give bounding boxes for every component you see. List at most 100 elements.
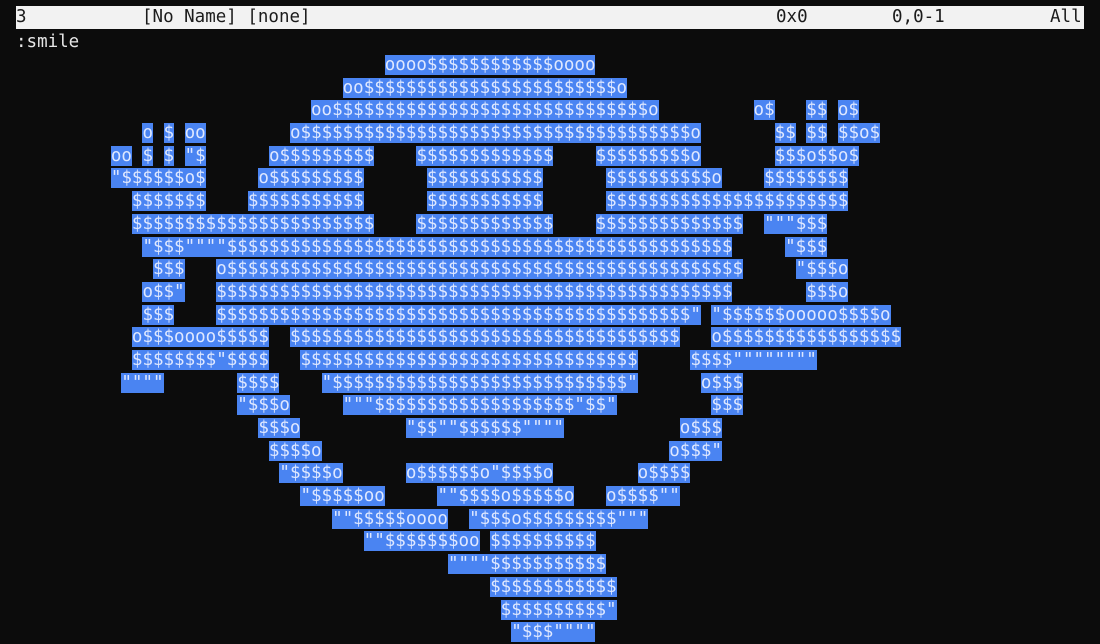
art-run: $$$$$$$$$$$$$$$$$$$$$$$$$$$$$$$$ xyxy=(300,349,638,370)
art-run: "$$$$$oo xyxy=(300,486,385,507)
art-line: "$$$$$$o$ o$$$$$$$$$ $$$$$$$$$$$ $$$$$$$… xyxy=(16,167,901,190)
art-run: $$$$$$$$$$" xyxy=(500,599,617,620)
art-run: $$$ xyxy=(711,395,744,416)
art-run: $$$$$$$$$$$$ xyxy=(490,576,617,597)
art-line: $$$ o$$$$$$$$$$$$$$$$$$$$$$$$$$$$$$$$$$$… xyxy=(16,258,901,281)
art-run: $$$o xyxy=(258,418,301,438)
art-line: "$$$"""" xyxy=(16,621,901,644)
command-line[interactable]: :smile xyxy=(16,31,79,53)
art-run: o xyxy=(142,123,153,144)
art-run: "$$$o xyxy=(237,395,290,416)
art-line: $$$$$$$$"$$$$ $$$$$$$$$$$$$$$$$$$$$$$$$$… xyxy=(16,349,901,372)
art-line: o $ oo o$$$$$$$$$$$$$$$$$$$$$$$$$$$$$$$$… xyxy=(16,122,901,145)
art-run: $$$$$$$$$$$ xyxy=(426,168,543,189)
art-run: $$ xyxy=(806,100,828,121)
art-run: $$$$$$$$$$$$$$ xyxy=(595,213,744,234)
art-run: $$$$$$$ xyxy=(131,191,206,212)
art-run: $$$$$$$$$$$$$$$$$$$$$$$ xyxy=(131,213,375,234)
art-run: o$ xyxy=(837,100,859,121)
char-info: 0x0 xyxy=(776,7,808,27)
art-run: """" xyxy=(121,372,164,393)
art-run: oooo$$$$$$$$$$$$oooo xyxy=(384,55,596,75)
buffer-name: [No Name] [none] xyxy=(142,7,311,27)
art-run: oo$$$$$$$$$$$$$$$$$$$$$$$$$$$$$$o xyxy=(311,100,659,121)
art-run: o$$$ xyxy=(700,372,744,393)
art-run: oo xyxy=(110,145,132,166)
art-run: $ xyxy=(163,123,175,144)
art-run: $$$$$$$$"$$$$ xyxy=(131,349,269,370)
art-run: $$$o$$o$ xyxy=(774,145,859,166)
art-run: "$$$""""$$$$$$$$$$$$$$$$$$$$$$$$$$$$$$$$… xyxy=(142,236,733,257)
buffer-number: 3 xyxy=(16,7,27,27)
art-run: o$$" xyxy=(142,281,185,302)
art-run: o$$$ xyxy=(679,418,722,438)
art-run: "$ xyxy=(184,145,206,166)
art-run: $$$$$$$$$$$ xyxy=(247,191,364,212)
art-line: oo$$$$$$$$$$$$$$$$$$$$$$$$o xyxy=(16,77,901,100)
art-line: """"$$$$$$$$$$$ xyxy=(16,553,901,576)
art-run: o$$$$$$$$$$$$$$$$$ xyxy=(711,327,902,348)
art-run: $$$$$$$$$$o xyxy=(606,168,722,189)
art-run: "$$$"""" xyxy=(511,622,596,643)
art-run: $ xyxy=(163,145,175,166)
art-line: $$$$$$$ $$$$$$$$$$$ $$$$$$$$$$$ $$$$$$$$… xyxy=(16,190,901,213)
art-run: $$$o xyxy=(806,281,849,302)
art-run: ""$$$$$oooo xyxy=(332,508,448,529)
art-line: "$$$""""$$$$$$$$$$$$$$$$$$$$$$$$$$$$$$$$… xyxy=(16,236,901,259)
art-line: "$$$$$oo ""$$$$o$$$$$o o$$$$"" xyxy=(16,485,901,508)
art-run: o$$$" xyxy=(669,440,722,461)
art-run: $$$$$$$$$$$$$$$$$$$$$$$ xyxy=(606,191,849,212)
art-line: "$$$$o o$$$$$$o"$$$$o o$$$$ xyxy=(16,462,901,485)
art-run: $$$$ xyxy=(237,372,280,393)
art-run: $$o$ xyxy=(837,123,881,144)
art-run: o$ xyxy=(753,100,775,121)
art-line: ""$$$$$$$oo $$$$$$$$$$ xyxy=(16,530,901,553)
art-line: o$$$oooo$$$$$ $$$$$$$$$$$$$$$$$$$$$$$$$$… xyxy=(16,326,902,349)
art-run: "$$""$$$$$$"""" xyxy=(405,418,564,438)
art-line: oo$$$$$$$$$$$$$$$$$$$$$$$$$$$$$$o o$ $$ … xyxy=(16,99,901,122)
art-run: o$$$$$$o"$$$$o xyxy=(405,463,554,484)
art-run: $$$$"""""""" xyxy=(690,349,817,370)
smiley-ascii-art: oooo$$$$$$$$$$$$oooo oo$$$$$$$$$$$$$$$$$… xyxy=(16,54,902,644)
art-run: oo xyxy=(184,123,206,144)
art-run: "$$$$$$$$$$$$$$$$$$$$$$$$$$$$" xyxy=(321,372,638,393)
art-run: $$$$$$$$$$$ xyxy=(426,191,543,212)
art-run: $$$$$$$$ xyxy=(764,168,849,189)
art-run: $$$ xyxy=(142,304,175,325)
art-run: $$$$$$$$$$$$$$$$$$$$$$$$$$$$$$$$$$$$$$$$… xyxy=(216,304,701,325)
art-run: o$$$$$$$$$ xyxy=(268,145,375,166)
art-line: ""$$$$$oooo "$$$o$$$$$$$$$""" xyxy=(16,508,901,531)
art-run: o$$$$"" xyxy=(606,486,680,507)
art-run: $$$$$$$$$o xyxy=(595,145,701,166)
art-run: o$$$$ xyxy=(637,463,691,484)
art-run: oo$$$$$$$$$$$$$$$$$$$$$$$$o xyxy=(342,77,628,98)
status-line: 3 [No Name] [none] 0x0 0,0-1 All xyxy=(16,6,1084,29)
art-run: $$ xyxy=(806,123,828,144)
art-run: $$$$$$$$$$$$$$$$$$$$$$$$$$$$$$$$$$$$$$$$… xyxy=(216,281,733,302)
art-run: o$$$oooo$$$$$ xyxy=(131,327,269,348)
art-line: $$$$o o$$$" xyxy=(16,440,901,463)
art-run: $ xyxy=(142,145,153,166)
art-line: """" $$$$ "$$$$$$$$$$$$$$$$$$$$$$$$$$$$"… xyxy=(16,372,901,395)
art-line: oo $ $ "$ o$$$$$$$$$ $$$$$$$$$$$$$ $$$$$… xyxy=(16,145,901,168)
art-line: oooo$$$$$$$$$$$$oooo xyxy=(16,54,901,77)
cursor-position: 0,0-1 xyxy=(892,7,945,27)
art-run: o$$$$$$$$$$$$$$$$$$$$$$$$$$$$$$$$$$$$$$$… xyxy=(216,259,743,280)
art-run: ""$$$$o$$$$$o xyxy=(437,486,575,507)
art-line: "$$$o """$$$$$$$$$$$$$$$$$$$"$$" $$$ xyxy=(16,394,901,417)
art-run: $$$ xyxy=(152,259,185,280)
art-run: $$$$$$$$$$$$$ xyxy=(416,213,554,234)
art-line: $$$$$$$$$$" xyxy=(16,599,901,622)
art-run: $$$$o xyxy=(268,440,322,461)
art-run: "$$$ xyxy=(785,236,828,257)
art-run: """$$$$$$$$$$$$$$$$$$$"$$" xyxy=(342,395,617,416)
art-line: o$$" $$$$$$$$$$$$$$$$$$$$$$$$$$$$$$$$$$$… xyxy=(16,281,901,304)
art-run: $$$$$$$$$$$$$ xyxy=(416,145,554,166)
art-run: "$$$o$$$$$$$$$""" xyxy=(469,508,649,529)
art-line: $$$ $$$$$$$$$$$$$$$$$$$$$$$$$$$$$$$$$$$$… xyxy=(16,304,901,327)
art-line: $$$$$$$$$$$$$$$$$$$$$$$ $$$$$$$$$$$$$ $$… xyxy=(16,213,901,236)
art-run: ""$$$$$$$oo xyxy=(363,531,480,552)
scroll-indicator: All xyxy=(1050,7,1082,27)
art-line: $$$o "$$""$$$$$$"""" o$$$ xyxy=(16,417,901,440)
art-run: """"$$$$$$$$$$$ xyxy=(447,554,607,575)
